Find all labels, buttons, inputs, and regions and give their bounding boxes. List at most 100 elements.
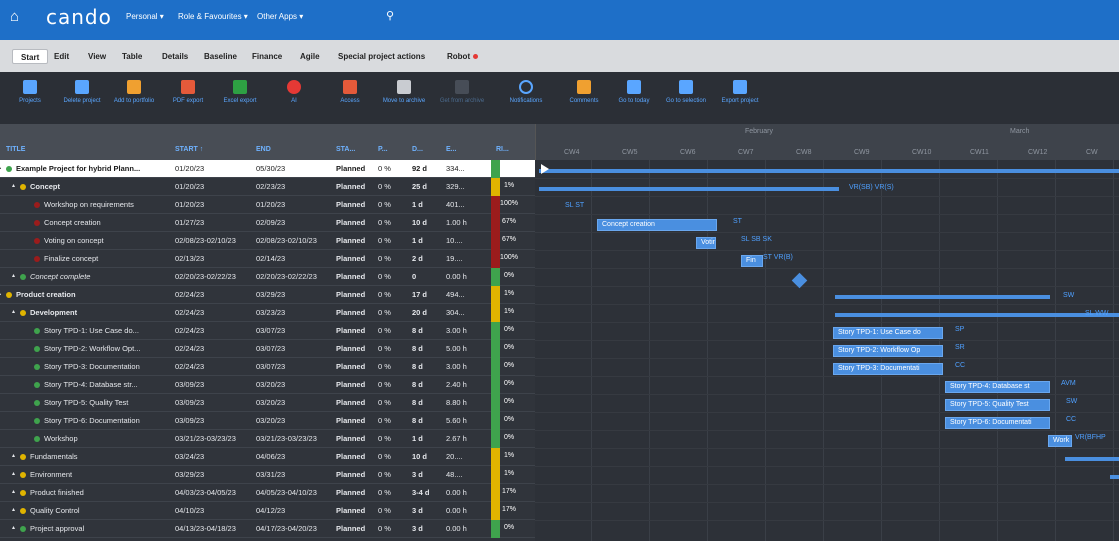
table-row[interactable]: ▴ Product creation 02/24/23 03/29/23 Planned…: [0, 286, 535, 304]
go-to-selection-button[interactable]: Go to selection: [658, 80, 714, 105]
table-row[interactable]: ▴ Example Project for hybrid Plann... 01/2…: [0, 160, 535, 178]
access-button[interactable]: Access: [322, 80, 378, 105]
dependency-label: CC: [1066, 416, 1077, 423]
task-bar[interactable]: Story TPD-4: Database st: [945, 381, 1050, 393]
table-row[interactable]: ▴ Environment 03/29/23 03/31/23 Planned 0 % 3 …: [0, 466, 535, 484]
tab-details[interactable]: Details: [154, 49, 196, 64]
summary-bar[interactable]: [835, 295, 1050, 299]
table-row[interactable]: Workshop on requirements 01/20/23 01/20/23…: [0, 196, 535, 214]
table-row[interactable]: Story TPD-5: Quality Test 03/09/23 03/20/2…: [0, 394, 535, 412]
search-icon[interactable]: ⚲: [386, 9, 394, 22]
column-header-7[interactable]: RI...: [496, 146, 509, 153]
ai-button[interactable]: AI: [266, 80, 322, 105]
task-bar[interactable]: Work: [1048, 435, 1072, 447]
table-row[interactable]: Finalize concept 02/13/23 02/14/23 Planned 0…: [0, 250, 535, 268]
table-row[interactable]: ▴ Concept complete 02/20/23-02/22/23 02/20/…: [0, 268, 535, 286]
table-row[interactable]: ▴ Project approval 04/13/23-04/18/23 04/17/…: [0, 520, 535, 538]
task-bar[interactable]: Story TPD-1: Use Case do: [833, 327, 943, 339]
table-row[interactable]: Concept creation 01/27/23 02/09/23 Planned 0…: [0, 214, 535, 232]
tab-finance[interactable]: Finance: [244, 49, 290, 64]
expand-chevron-icon[interactable]: ▴: [0, 164, 1, 171]
column-header-6[interactable]: E...: [446, 146, 457, 153]
summary-bar[interactable]: [1110, 475, 1119, 479]
table-row[interactable]: Story TPD-4: Database str... 03/09/23 03/2…: [0, 376, 535, 394]
task-bar[interactable]: Story TPD-2: Workflow Op: [833, 345, 943, 357]
add-to-portfolio-button[interactable]: Add to portfolio: [106, 80, 162, 105]
table-row[interactable]: ▴ Fundamentals 03/24/23 04/06/23 Planned 0 % 1…: [0, 448, 535, 466]
status-bullet-icon: [20, 508, 26, 514]
expand-chevron-icon[interactable]: ▴: [12, 488, 15, 495]
projects-button[interactable]: Projects: [2, 80, 58, 105]
table-row[interactable]: Story TPD-6: Documentation 03/09/23 03/20/…: [0, 412, 535, 430]
cell-p: 0 %: [378, 452, 391, 461]
task-title: Story TPD-1: Use Case do...: [44, 326, 139, 335]
column-header-3[interactable]: STA...: [336, 146, 355, 153]
expand-chevron-icon[interactable]: ▴: [12, 506, 15, 513]
expand-chevron-icon[interactable]: ▴: [12, 470, 15, 477]
excel-export-button[interactable]: Excel export: [212, 80, 268, 105]
expand-chevron-icon[interactable]: ▴: [12, 308, 15, 315]
tab-robot[interactable]: Robot: [439, 49, 486, 64]
table-row[interactable]: ▴ Development 02/24/23 03/23/23 Planned 0 % 20…: [0, 304, 535, 322]
expand-chevron-icon[interactable]: ▴: [0, 290, 1, 297]
risk-cell: 0%: [491, 322, 527, 340]
table-row[interactable]: Workshop 03/21/23-03/23/23 03/21/23-03/23/…: [0, 430, 535, 448]
move-to-archive-button[interactable]: Move to archive: [376, 80, 432, 105]
task-bar[interactable]: Story TPD-3: Documentati: [833, 363, 943, 375]
cell-start: 02/24/23: [175, 290, 205, 299]
pdf-export-button[interactable]: PDF export: [160, 80, 216, 105]
risk-cell: 1%: [491, 304, 527, 322]
table-row[interactable]: Story TPD-3: Documentation 02/24/23 03/07/…: [0, 358, 535, 376]
dependency-label: CC: [955, 362, 966, 369]
summary-bar[interactable]: [1065, 457, 1119, 461]
summary-bar[interactable]: [835, 313, 1119, 317]
table-row[interactable]: ▴ Concept 01/20/23 02/23/23 Planned 0 % 25 d 32…: [0, 178, 535, 196]
home-icon[interactable]: ⌂: [10, 9, 26, 25]
task-bar[interactable]: Story TPD-5: Quality Test: [945, 399, 1050, 411]
column-header-0[interactable]: TITLE: [6, 146, 25, 153]
expand-chevron-icon[interactable]: ▴: [12, 182, 15, 189]
tab-agile[interactable]: Agile: [292, 49, 328, 64]
risk-value: 1%: [503, 308, 515, 315]
menu-role-favourites[interactable]: Role & Favourites ▾: [178, 12, 248, 21]
comments-button[interactable]: Comments: [556, 80, 612, 105]
delete-project-button[interactable]: Delete project: [54, 80, 110, 105]
table-row[interactable]: ▴ Product finished 04/03/23-04/05/23 04/05/…: [0, 484, 535, 502]
table-row[interactable]: Story TPD-1: Use Case do... 02/24/23 03/07…: [0, 322, 535, 340]
menu-personal[interactable]: Personal ▾: [126, 12, 164, 21]
menu-other-apps[interactable]: Other Apps ▾: [257, 12, 303, 21]
expand-chevron-icon[interactable]: ▴: [12, 272, 15, 279]
tab-special-project-actions[interactable]: Special project actions: [330, 49, 433, 64]
notifications-button[interactable]: Notifications: [498, 80, 554, 105]
column-header-4[interactable]: P...: [378, 146, 388, 153]
risk-indicator: [491, 160, 500, 178]
lock-icon: [343, 80, 357, 94]
column-header-2[interactable]: END: [256, 146, 271, 153]
column-header-5[interactable]: D...: [412, 146, 423, 153]
tab-start[interactable]: Start: [12, 49, 49, 64]
cell-p: 0 %: [378, 200, 391, 209]
tab-baseline[interactable]: Baseline: [196, 49, 245, 64]
portfolio-icon: [127, 80, 141, 94]
task-bar[interactable]: Fin: [741, 255, 763, 267]
task-bar[interactable]: Concept creation: [597, 219, 717, 231]
task-bar[interactable]: Votin: [696, 237, 716, 249]
tab-edit[interactable]: Edit: [46, 49, 77, 64]
go-to-today-button[interactable]: Go to today: [606, 80, 662, 105]
table-row[interactable]: Voting on concept 02/08/23-02/10/23 02/08/…: [0, 232, 535, 250]
table-row[interactable]: ▴ Quality Control 04/10/23 04/12/23 Planned 0…: [0, 502, 535, 520]
task-bar[interactable]: Story TPD-6: Documentati: [945, 417, 1050, 429]
column-header-1[interactable]: START ↑: [175, 146, 203, 153]
tab-view[interactable]: View: [80, 49, 114, 64]
tab-table[interactable]: Table: [114, 49, 150, 64]
summary-bar[interactable]: [539, 169, 1119, 173]
row-gridline: [535, 304, 1119, 305]
tab-label: Special project actions: [338, 52, 426, 61]
export-project-button[interactable]: Export project: [712, 80, 768, 105]
cell-status: Planned: [336, 362, 366, 371]
summary-bar[interactable]: [539, 187, 839, 191]
expand-chevron-icon[interactable]: ▴: [12, 452, 15, 459]
cando-logo[interactable]: cando: [46, 5, 112, 29]
table-row[interactable]: Story TPD-2: Workflow Opt... 02/24/23 03/0…: [0, 340, 535, 358]
expand-chevron-icon[interactable]: ▴: [12, 524, 15, 531]
